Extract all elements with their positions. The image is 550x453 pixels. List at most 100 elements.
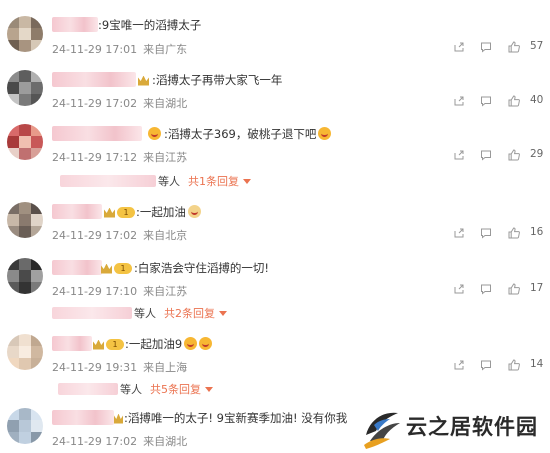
crown-icon [93,339,104,350]
like-icon[interactable] [508,95,520,107]
comment-time: 24-11-29 17:10 [52,285,138,298]
level-badge: 1 [106,339,124,350]
comment-meta: 24-11-29 17:01 来自广东 [52,41,187,57]
emoji-icon [187,205,201,218]
user-badge [146,127,161,140]
avatar[interactable] [7,16,43,52]
emoji-icon [199,337,213,350]
replier-names-blurred[interactable] [60,175,156,187]
comment-meta: 24-11-29 17:02 来自北京 [52,227,187,243]
avatar[interactable] [7,334,43,370]
view-replies-label: 共1条回复 [188,175,239,188]
share-icon[interactable] [453,41,465,53]
share-icon[interactable] [453,359,465,371]
comment-text: :9宝唯一的滔搏太子 [98,18,202,32]
comment-actions: 40 [453,94,543,109]
comment-icon[interactable] [480,95,492,107]
comment-location: 来自江苏 [143,285,188,298]
share-icon[interactable] [453,95,465,107]
comment-icon[interactable] [480,41,492,53]
watermark-logo-icon [364,412,400,449]
like-count: 29 [530,148,544,160]
view-replies-label: 共5条回复 [150,383,201,396]
comment-text: :一起加油9 [125,336,213,352]
view-replies-link[interactable]: 共1条回复 [188,175,251,188]
emoji-icon [184,337,198,350]
crown-icon [114,413,123,424]
like-count: 17 [530,282,544,294]
comment-meta: 24-11-29 17:10 来自江苏 [52,283,187,299]
username-blurred[interactable] [52,204,102,219]
comment-icon[interactable] [480,359,492,371]
comment-meta: 24-11-29 17:02 来自湖北 [52,433,187,449]
reply-summary: 等人 共2条回复 [52,305,227,321]
view-replies-link[interactable]: 共5条回复 [150,383,213,396]
emoji-icon [318,127,332,140]
comment-location: 来自上海 [143,361,188,374]
crown-icon [104,207,115,218]
comment-text-content: :滔搏太子369，破桃子退下吧 [164,127,317,141]
replier-names-blurred[interactable] [58,383,118,395]
reply-people-label: 等人 [120,383,142,396]
avatar[interactable] [7,70,43,106]
username-blurred[interactable] [52,410,114,425]
comment-text-content: :一起加油9 [125,337,183,351]
comment-meta: 24-11-29 17:12 来自江苏 [52,149,187,165]
reply-summary: 等人 共1条回复 [60,173,251,189]
comment-location: 来自北京 [143,229,188,242]
avatar[interactable] [7,258,43,294]
comment-meta: 24-11-29 19:31 来自上海 [52,359,187,375]
comment-time: 24-11-29 17:02 [52,229,138,242]
watermark-text: 云之居软件园 [406,415,538,439]
comment-text: :滔搏太子再带大家飞一年 [152,73,283,87]
comment-text: :滔搏唯一的太子! 9宝新赛季加油! 没有你我 [124,411,348,425]
comment-actions: 29 [453,148,544,163]
comment-location: 来自湖北 [143,435,188,448]
like-icon[interactable] [508,359,520,371]
comment-icon[interactable] [480,149,492,161]
comment-time: 24-11-29 17:12 [52,151,138,164]
like-icon[interactable] [508,149,520,161]
user-badge: 1 [93,338,124,351]
watermark: 云之居软件园 [358,401,550,453]
comment-icon[interactable] [480,227,492,239]
like-icon[interactable] [508,41,520,53]
chevron-down-icon [243,179,251,184]
avatar[interactable] [7,124,43,160]
comment-text-content: :一起加油 [136,205,186,219]
comment-location: 来自江苏 [143,151,188,164]
avatar[interactable] [7,202,43,238]
username-blurred[interactable] [52,260,102,275]
comment-actions: 16 [453,226,544,241]
user-badge [138,74,149,87]
like-count: 16 [530,226,544,238]
like-icon[interactable] [508,227,520,239]
user-badge: 1 [101,262,132,275]
user-badge: 1 [104,206,135,219]
share-icon[interactable] [453,283,465,295]
comment-actions: 14 [453,358,544,373]
comment-text: :白家浩会守住滔搏的一切! [134,261,269,275]
crown-icon [101,263,112,274]
comment-icon[interactable] [480,283,492,295]
comment-text: :滔搏太子369，破桃子退下吧 [164,126,332,142]
comment-time: 24-11-29 17:02 [52,435,138,448]
username-blurred[interactable] [52,17,98,32]
comment-location: 来自湖北 [143,97,188,110]
username-blurred[interactable] [52,72,136,87]
avatar[interactable] [7,408,43,444]
username-blurred[interactable] [52,126,142,141]
comment-text: :一起加油 [136,204,201,220]
chevron-down-icon [205,387,213,392]
username-blurred[interactable] [52,336,92,351]
like-count: 14 [530,358,544,370]
share-icon[interactable] [453,149,465,161]
view-replies-label: 共2条回复 [164,307,215,320]
replier-names-blurred[interactable] [52,307,132,319]
like-icon[interactable] [508,283,520,295]
comment-actions: 57 [453,40,543,55]
comment-location: 来自广东 [143,43,188,56]
view-replies-link[interactable]: 共2条回复 [164,307,227,320]
level-badge: 1 [117,207,135,218]
share-icon[interactable] [453,227,465,239]
